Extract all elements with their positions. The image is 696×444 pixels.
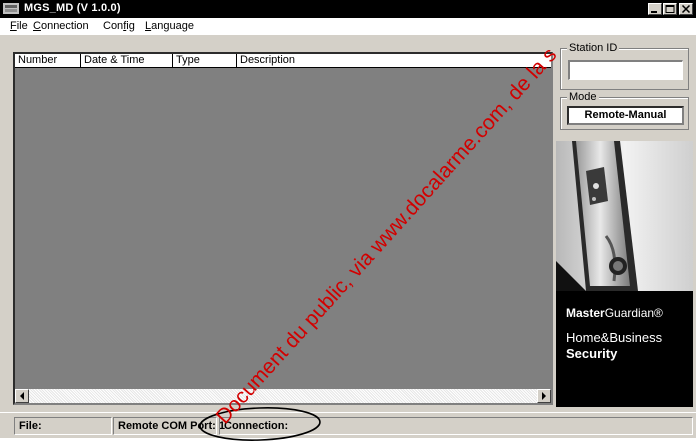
station-id-label: Station ID [567,42,620,54]
title-bar[interactable]: MGS_MD (V 1.0.0) [0,0,696,18]
window-title: MGS_MD (V 1.0.0) [24,2,121,14]
scroll-left-button[interactable] [15,389,29,403]
menu-connection[interactable]: Connection [33,20,89,32]
menu-language[interactable]: Language [145,20,194,32]
minimize-button[interactable] [648,3,662,15]
close-button[interactable] [679,3,693,15]
menu-config[interactable]: Config [103,20,135,32]
menu-language-label: anguage [151,20,194,32]
brand-name: MasterGuardian® [566,306,663,320]
list-header: Number Date & Time Type Description [15,54,551,68]
product-image: MasterGuardian® Home&Business Security [556,141,693,407]
menu-config-label-end: ig [126,20,135,32]
keypad-device-illustration [556,141,693,291]
event-list[interactable]: Number Date & Time Type Description [13,52,553,405]
menu-file-accelerator: F [10,20,17,32]
minimize-icon [651,11,657,13]
tagline-security: Security [566,346,618,361]
app-icon [3,3,19,14]
menu-connection-label: onnection [40,20,89,32]
arrow-left-icon [20,392,24,400]
menu-bar: File Connection Config Language [0,18,696,35]
status-bar: File: Remote COM Port: 1 Connection: [0,412,696,438]
horizontal-scrollbar[interactable] [15,389,551,403]
maximize-icon [665,5,675,13]
status-connection: Connection: [219,417,693,435]
app-window: MGS_MD (V 1.0.0) File Connection Config … [0,0,696,441]
list-body[interactable] [15,68,551,391]
scroll-right-button[interactable] [537,389,551,403]
status-com-port: Remote COM Port: 1 [113,417,225,435]
mode-value: Remote-Manual [567,106,684,125]
close-icon [681,5,691,13]
brand-name-bold: Master [566,306,605,320]
menu-config-label-start: Con [103,20,124,32]
arrow-right-icon [542,392,546,400]
column-header-number[interactable]: Number [15,54,81,68]
station-id-group: Station ID [560,42,689,90]
menu-file-label: ile [16,20,28,32]
menu-connection-accelerator: C [33,20,41,32]
maximize-button[interactable] [663,3,677,15]
station-id-input[interactable] [568,60,683,80]
column-header-date-time[interactable]: Date & Time [81,54,173,68]
brand-name-rest: Guardian® [604,306,663,320]
mode-label: Mode [567,91,599,103]
menu-file[interactable]: File [10,20,28,32]
tagline-home-business: Home&Business [566,330,663,345]
column-header-type[interactable]: Type [173,54,237,68]
status-file: File: [14,417,112,435]
column-header-description[interactable]: Description [237,54,551,68]
mode-group: Mode Remote-Manual [560,91,689,130]
scrollbar-track[interactable] [29,389,537,403]
